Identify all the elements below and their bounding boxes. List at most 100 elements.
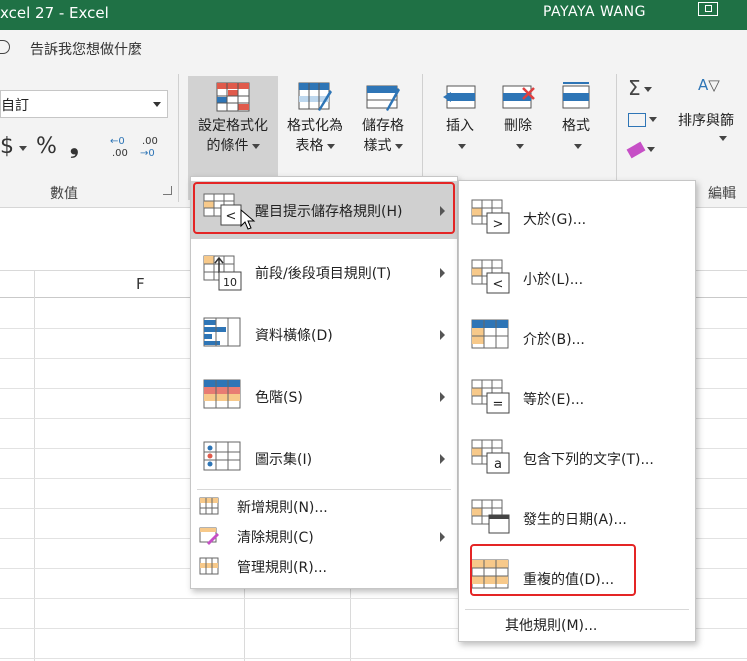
editing-small-buttons: Σ (626, 76, 668, 166)
format-as-table-line1: 格式化為 (287, 118, 343, 134)
conditional-formatting-line2: 的條件 (206, 138, 249, 154)
chevron-down-icon (573, 143, 582, 149)
conditional-formatting-content: 設定格式化 的條件 (188, 82, 278, 156)
color-scales-label: 色階(S) (255, 390, 303, 406)
icon-sets-icon (203, 441, 243, 475)
chevron-down-icon (643, 87, 652, 92)
delete-label: 刪除 (504, 118, 532, 134)
cell-styles-line2: 樣式 (363, 138, 392, 154)
top-bottom-rules-item[interactable]: 10 前段/後段項目規則(T) (191, 243, 457, 301)
gridline (0, 658, 747, 659)
cell-styles-button[interactable]: 儲存格 樣式 (352, 82, 414, 156)
data-bars-icon (203, 317, 243, 351)
clear-rules-label: 清除規則(C) (237, 530, 314, 546)
chevron-down-icon (457, 143, 466, 149)
currency-button[interactable]: $ (0, 134, 14, 159)
data-bars-label: 資料橫條(D) (255, 328, 333, 344)
chevron-down-icon (153, 102, 161, 107)
svg-text:10: 10 (223, 276, 237, 289)
insert-cells-button[interactable]: 插入 (436, 82, 484, 156)
greater-than-label: 大於(G)... (523, 212, 587, 228)
lightbulb-icon (0, 40, 10, 54)
annotation-highlight-box (470, 544, 636, 596)
more-rules-label: 其他規則(M)... (505, 618, 598, 634)
user-name[interactable]: PAYAYA WANG (543, 4, 646, 20)
number-group-label: 數值 (50, 186, 78, 202)
format-as-table-icon (298, 82, 332, 112)
icon-sets-label: 圖示集(I) (255, 452, 313, 468)
chevron-down-icon (719, 135, 727, 141)
fill-button[interactable] (628, 106, 668, 136)
color-scales-icon (203, 379, 243, 413)
less-than-item[interactable]: < 小於(L)... (459, 247, 695, 305)
delete-cells-button[interactable]: 刪除 (494, 82, 542, 156)
increase-decimal-bottom[interactable]: .00 (112, 148, 128, 159)
svg-text:>: > (493, 217, 504, 232)
manage-rules-item[interactable]: 管理規則(R)... (191, 551, 457, 581)
less-than-icon: < (471, 259, 511, 295)
submenu-arrow-icon (440, 454, 445, 464)
more-rules-item[interactable]: 其他規則(M)... (459, 613, 695, 639)
annotation-highlight-box (193, 182, 455, 234)
svg-text:=: = (493, 397, 504, 412)
decrease-decimal-bottom[interactable]: →0 (140, 148, 155, 159)
number-format-value: 自訂 (1, 98, 29, 114)
title-bar: xcel 27 - Excel PAYAYA WANG (0, 0, 747, 30)
number-format-dropdown[interactable]: 自訂 (0, 90, 168, 118)
column-header-f[interactable]: F (136, 275, 145, 293)
greater-than-icon: > (471, 199, 511, 235)
editing-group-label: 編輯 (708, 186, 736, 202)
svg-text:a: a (494, 457, 502, 472)
submenu-arrow-icon (440, 392, 445, 402)
manage-rules-label: 管理規則(R)... (237, 560, 328, 576)
submenu-arrow-icon (440, 330, 445, 340)
ribbon-display-options-icon[interactable] (698, 2, 718, 16)
mouse-cursor-icon (240, 209, 256, 230)
chevron-down-icon (649, 117, 657, 122)
date-occurring-item[interactable]: 發生的日期(A)... (459, 487, 695, 545)
between-item[interactable]: 介於(B)... (459, 307, 695, 365)
chevron-down-icon (326, 143, 335, 149)
text-contains-label: 包含下列的文字(T)... (523, 452, 654, 468)
sort-filter-button[interactable]: A▽ 排序與篩 (678, 76, 747, 146)
window-title: xcel 27 - Excel (0, 4, 109, 22)
between-icon (471, 319, 511, 355)
dialog-launcher-icon[interactable] (163, 186, 172, 195)
chevron-down-icon (394, 143, 403, 149)
greater-than-item[interactable]: > 大於(G)... (459, 187, 695, 245)
conditional-formatting-line1: 設定格式化 (198, 118, 268, 134)
insert-cells-icon (443, 82, 477, 112)
top-bottom-rules-icon: 10 (203, 255, 243, 291)
chevron-down-icon (251, 143, 260, 149)
cell-styles-line1: 儲存格 (362, 118, 404, 134)
equal-to-icon: = (471, 379, 511, 415)
format-cells-button[interactable]: 格式 (552, 82, 600, 156)
sigma-icon: Σ (628, 76, 641, 100)
clear-rules-item[interactable]: 清除規則(C) (191, 521, 457, 551)
decrease-decimal-top[interactable]: .00 (142, 136, 158, 147)
increase-decimal-top[interactable]: ←0 (110, 136, 125, 147)
color-scales-item[interactable]: 色階(S) (191, 367, 457, 425)
less-than-label: 小於(L)... (523, 272, 584, 288)
format-as-table-button[interactable]: 格式化為 表格 (282, 82, 348, 156)
comma-style-button[interactable]: ❟ (70, 134, 79, 159)
tell-me-input[interactable]: 告訴我您想做什麼 (30, 39, 142, 59)
eraser-icon (626, 141, 646, 159)
calendar-icon (471, 499, 511, 535)
menu-separator (197, 489, 451, 490)
equal-to-item[interactable]: = 等於(E)... (459, 367, 695, 425)
autosum-button[interactable]: Σ (628, 76, 668, 106)
chevron-down-icon (515, 143, 524, 149)
chevron-down-icon[interactable] (19, 146, 27, 151)
text-contains-item[interactable]: a 包含下列的文字(T)... (459, 427, 695, 485)
new-rule-item[interactable]: 新增規則(N)... (191, 491, 457, 521)
icon-sets-item[interactable]: 圖示集(I) (191, 429, 457, 487)
percent-button[interactable]: % (36, 134, 57, 159)
menu-separator (465, 609, 689, 610)
clear-button[interactable] (626, 136, 668, 166)
cell-styles-icon (366, 82, 400, 112)
group-separator (178, 74, 179, 202)
between-label: 介於(B)... (523, 332, 585, 348)
format-label: 格式 (562, 118, 590, 134)
data-bars-item[interactable]: 資料橫條(D) (191, 305, 457, 363)
